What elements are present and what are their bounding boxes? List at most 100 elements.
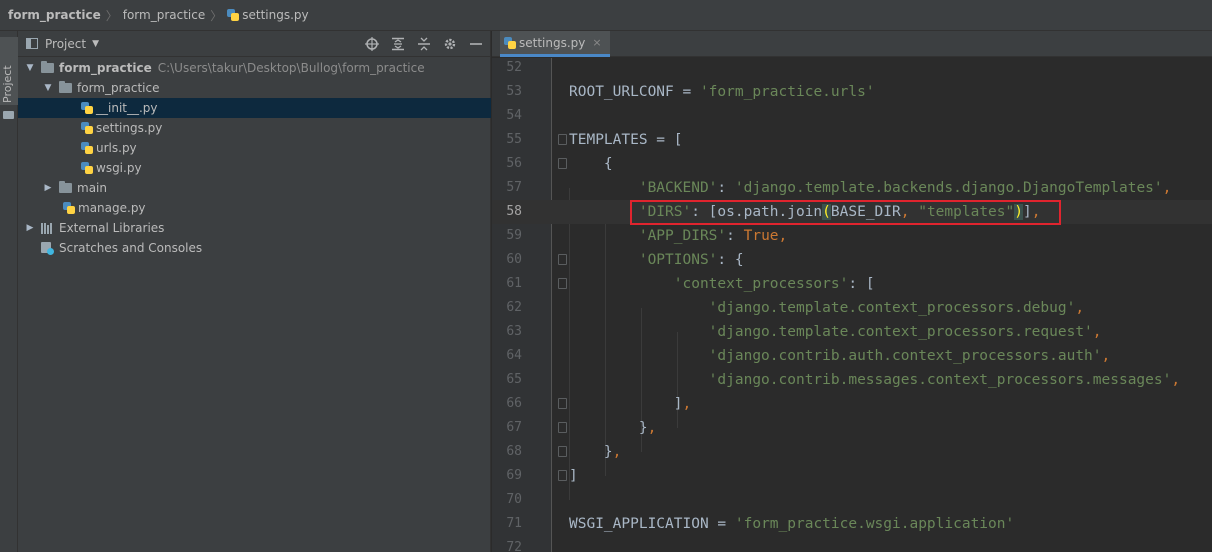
library-icon: [41, 222, 54, 234]
code-token: :: [717, 180, 735, 196]
line-number: 57: [506, 180, 522, 195]
code-line: 65 'django.contrib.messages.context_proc…: [492, 368, 1212, 392]
code-text: 'BACKEND': 'django.template.backends.dja…: [569, 176, 1172, 200]
code-text: ROOT_URLCONF = 'form_practice.urls': [569, 80, 875, 104]
chevron-down-icon[interactable]: ▼: [92, 39, 99, 49]
code-token: ROOT_URLCONF =: [569, 84, 700, 100]
code-token-string: 'django.template.backends.django.DjangoT…: [734, 180, 1163, 196]
code-token-punct: ,: [1171, 372, 1181, 388]
code-line: 72: [492, 536, 1212, 552]
chevron-right-icon[interactable]: ▶: [42, 183, 54, 193]
line-number: 61: [506, 276, 522, 291]
fold-marker-icon[interactable]: [558, 446, 567, 457]
tree-item-init-py[interactable]: __init__.py: [18, 98, 491, 118]
project-tree: ▼ form_practice C:\Users\takur\Desktop\B…: [18, 58, 491, 258]
tree-item-form-practice-package[interactable]: ▼ form_practice: [18, 78, 491, 98]
breadcrumb-folder[interactable]: form_practice: [123, 8, 206, 22]
tree-item-label: urls.py: [96, 141, 137, 155]
tab-label: settings.py: [519, 35, 586, 50]
collapse-all-icon[interactable]: [416, 34, 432, 54]
breadcrumb-separator: 〉: [105, 8, 118, 23]
tree-item-external-libraries[interactable]: ▶ External Libraries: [18, 218, 491, 238]
code-token: :: [726, 228, 744, 244]
fold-marker-icon[interactable]: [558, 158, 567, 169]
chevron-down-icon[interactable]: ▼: [42, 83, 54, 93]
line-number: 55: [506, 132, 522, 147]
folder-icon: [41, 61, 54, 73]
code-token-string: 'BACKEND': [569, 180, 718, 196]
tree-item-label: External Libraries: [59, 221, 165, 235]
python-file-icon: [81, 162, 93, 174]
fold-marker-icon[interactable]: [558, 134, 567, 145]
tree-item-main[interactable]: ▶ main: [18, 178, 491, 198]
line-number: 52: [506, 60, 522, 75]
line-number: 56: [506, 156, 522, 171]
close-icon[interactable]: ×: [592, 36, 601, 49]
tree-item-settings-py[interactable]: settings.py: [18, 118, 491, 138]
fold-marker-icon[interactable]: [558, 422, 567, 433]
code-token: : [: [848, 276, 875, 292]
code-text: ],: [569, 392, 691, 416]
tree-item-manage-py[interactable]: manage.py: [18, 198, 491, 218]
fold-marker-icon[interactable]: [558, 254, 567, 265]
code-line: 52: [492, 58, 1212, 80]
project-stripe-label[interactable]: Project: [1, 65, 14, 103]
code-token-string: 'django.template.context_processors.requ…: [569, 324, 1093, 340]
code-line: 55 TEMPLATES = [: [492, 128, 1212, 152]
code-token-punct: ,: [612, 444, 622, 460]
code-token-keyword: True: [743, 228, 779, 244]
code-token-string: 'form_practice.urls': [699, 84, 875, 100]
line-number: 69: [506, 468, 522, 483]
code-text: 'django.contrib.auth.context_processors.…: [569, 344, 1111, 368]
line-number: 72: [506, 540, 522, 552]
code-line: 66 ],: [492, 392, 1212, 416]
folder-icon: [3, 111, 14, 119]
fold-marker-icon[interactable]: [558, 278, 567, 289]
line-number: 71: [506, 516, 522, 531]
breadcrumb-file[interactable]: settings.py: [227, 8, 309, 22]
code-line: 53 ROOT_URLCONF = 'form_practice.urls': [492, 80, 1212, 104]
folder-icon: [59, 81, 72, 93]
tree-item-form-practice-root[interactable]: ▼ form_practice C:\Users\takur\Desktop\B…: [18, 58, 491, 78]
code-token-punct: ,: [647, 420, 657, 436]
settings-gear-icon[interactable]: [442, 34, 458, 54]
code-token-string: 'OPTIONS': [569, 252, 718, 268]
tab-settings-py[interactable]: settings.py ×: [500, 31, 610, 57]
line-number: 65: [506, 372, 522, 387]
code-token-punct: ,: [778, 228, 788, 244]
tree-item-wsgi-py[interactable]: wsgi.py: [18, 158, 491, 178]
breadcrumb-project[interactable]: form_practice: [8, 8, 101, 22]
project-toolbar: [364, 34, 484, 54]
locate-icon[interactable]: [364, 34, 380, 54]
line-number: 58: [506, 204, 522, 219]
code-area[interactable]: 52 53 ROOT_URLCONF = 'form_practice.urls…: [492, 58, 1212, 552]
tree-item-scratches[interactable]: Scratches and Consoles: [18, 238, 491, 258]
tree-item-label: form_practice: [77, 81, 160, 95]
project-view-selector[interactable]: Project: [45, 37, 86, 51]
hide-icon[interactable]: [468, 34, 484, 54]
code-line: 68 },: [492, 440, 1212, 464]
chevron-down-icon[interactable]: ▼: [24, 63, 36, 73]
fold-marker-icon[interactable]: [558, 398, 567, 409]
tree-item-urls-py[interactable]: urls.py: [18, 138, 491, 158]
code-token-string: 'django.template.context_processors.debu…: [569, 300, 1076, 316]
fold-marker-icon[interactable]: [558, 470, 567, 481]
chevron-right-icon[interactable]: ▶: [24, 223, 36, 233]
code-text: },: [569, 440, 621, 464]
editor-tab-bar: settings.py ×: [492, 31, 1212, 57]
code-token-string: 'context_processors': [569, 276, 849, 292]
code-line: 61 'context_processors': [: [492, 272, 1212, 296]
code-text: 'django.contrib.messages.context_process…: [569, 368, 1180, 392]
python-file-icon: [504, 36, 516, 49]
line-number: 68: [506, 444, 522, 459]
code-line: 71 WSGI_APPLICATION = 'form_practice.wsg…: [492, 512, 1212, 536]
expand-all-icon[interactable]: [390, 34, 406, 54]
tree-item-label: manage.py: [78, 201, 146, 215]
code-text: 'django.template.context_processors.debu…: [569, 296, 1084, 320]
scratches-icon: [41, 241, 54, 255]
code-line: 62 'django.template.context_processors.d…: [492, 296, 1212, 320]
highlight-annotation-box: [630, 200, 1061, 225]
code-text: ]: [569, 468, 578, 484]
line-number: 60: [506, 252, 522, 267]
line-number: 59: [506, 228, 522, 243]
